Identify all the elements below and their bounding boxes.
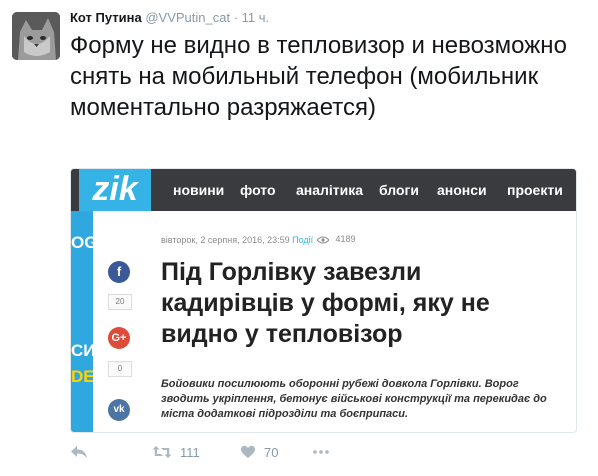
avatar[interactable] — [12, 12, 60, 60]
facebook-icon: f — [108, 261, 130, 283]
vk-icon: vk — [108, 399, 130, 421]
author-name[interactable]: Кот Путина — [70, 10, 142, 25]
like-count: 70 — [264, 444, 279, 460]
article-category: Події — [292, 235, 314, 245]
eye-icon — [316, 236, 330, 244]
views-count: 4189 — [335, 234, 356, 244]
google-plus-icon: G+ — [108, 327, 130, 349]
banner-text: DE — [71, 367, 93, 386]
reply-button[interactable] — [70, 440, 88, 464]
separator: · — [233, 10, 239, 25]
banner-text: СИ — [71, 341, 93, 360]
article-lead: Бойовики посилюють оборонні рубежі довко… — [161, 378, 547, 420]
link-card[interactable]: zik новини фото аналітика блоги анонси п… — [70, 168, 577, 433]
cat-avatar-image — [12, 12, 60, 60]
article-views: 4189 — [316, 234, 356, 244]
nav-item-photo: фото — [240, 182, 276, 198]
nav-item-blogs: блоги — [379, 182, 419, 198]
nav-item-announcements: анонси — [437, 182, 487, 198]
nav-item-news: новини — [173, 182, 225, 198]
like-button[interactable]: 70 — [240, 440, 278, 464]
tweet-text: Форму не видно в тепловизор и невозможно… — [70, 32, 567, 121]
tweet-timestamp[interactable]: 11 ч. — [242, 10, 270, 25]
retweet-count: 111 — [180, 444, 200, 460]
facebook-share: f — [108, 261, 130, 283]
article-meta: вівторок, 2 серпня, 2016, 23:59 Події — [161, 235, 313, 245]
article-headline: Під Горлівку завезли кадирівців у формі,… — [161, 258, 490, 348]
like-icon — [240, 445, 256, 458]
nav-item-analytics: аналітика — [296, 182, 364, 198]
banner-text: OG — [71, 233, 93, 252]
zik-logo: zik — [79, 169, 151, 211]
tweet-header: Кот Путина @VVPutin_cat · 11 ч. — [70, 10, 269, 25]
article-date: вівторок, 2 серпня, 2016, 23:59 — [161, 235, 290, 245]
more-button[interactable] — [313, 440, 329, 464]
retweet-button[interactable]: 111 — [152, 440, 200, 464]
nav-item-projects: проекти — [507, 182, 563, 198]
google-plus-share: G+ — [108, 327, 130, 349]
google-share-count: 0 — [108, 361, 132, 377]
left-banner-fragment: OG СИ DE — [71, 211, 93, 432]
vk-share: vk — [108, 399, 130, 421]
more-icon — [313, 450, 329, 454]
site-navbar: zik новини фото аналітика блоги анонси п… — [71, 169, 576, 211]
retweet-icon — [152, 446, 172, 458]
facebook-share-count: 20 — [108, 294, 132, 310]
author-handle[interactable]: @VVPutin_cat — [145, 10, 230, 25]
tweet-actions: 111 70 — [70, 440, 470, 464]
reply-icon — [71, 446, 87, 458]
